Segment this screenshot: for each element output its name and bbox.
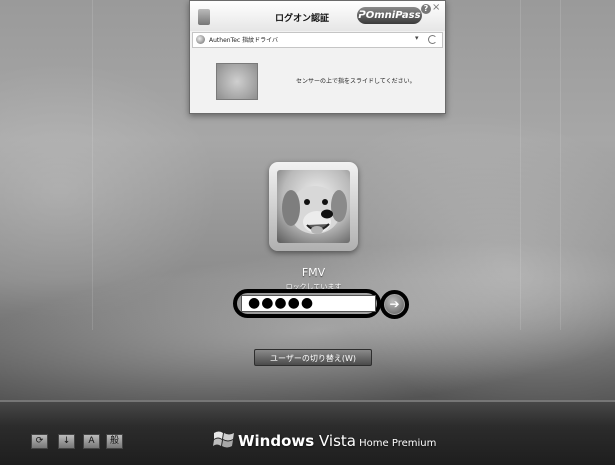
wallpaper-line xyxy=(520,0,521,330)
fingerprint-device-icon xyxy=(198,9,210,25)
avatar xyxy=(277,170,350,243)
windows-logo-icon xyxy=(213,431,234,448)
wallpaper-streak xyxy=(0,60,220,320)
switch-user-button[interactable]: ユーザーの切り替え(W) xyxy=(254,349,372,366)
password-input[interactable]: ●●●●● xyxy=(241,295,376,312)
submit-arrow-button[interactable]: ➔ xyxy=(385,295,404,314)
ime-general-icon[interactable]: 般 xyxy=(106,434,123,449)
windows-vista-brand: Windows Vista Home Premium xyxy=(238,431,436,450)
fingerprint-icon xyxy=(196,35,205,44)
ime-mode-icon[interactable]: A xyxy=(83,434,100,449)
fingerprint-auth-dialog: ログオン認証 ᕈOmniPass ? × AuthenTec 指紋ドライバ ▾ … xyxy=(189,0,446,114)
fingerprint-sensor-image xyxy=(216,63,258,100)
dialog-header: ログオン認証 ᕈOmniPass ? × xyxy=(190,1,445,31)
refresh-icon[interactable] xyxy=(428,35,437,44)
dog-photo xyxy=(282,186,347,234)
wallpaper-line xyxy=(92,0,93,330)
ease-of-access-icon[interactable]: ⟳ xyxy=(31,434,48,449)
shutdown-icon[interactable]: ↓ xyxy=(58,434,75,449)
user-tile xyxy=(269,162,358,251)
sensor-message: センサーの上で指をスライドしてください。 xyxy=(296,78,416,85)
dialog-title: ログオン認証 xyxy=(275,14,330,24)
brand-windows: Windows xyxy=(238,432,315,450)
wallpaper-line xyxy=(560,0,561,330)
username: FMV xyxy=(301,266,326,279)
lock-screen: ログオン認証 ᕈOmniPass ? × AuthenTec 指紋ドライバ ▾ … xyxy=(0,0,615,465)
chevron-down-icon[interactable]: ▾ xyxy=(415,34,419,42)
close-icon[interactable]: × xyxy=(432,2,440,14)
help-icon[interactable]: ? xyxy=(421,4,431,14)
brand-vista: Vista xyxy=(314,432,356,450)
device-select[interactable]: AuthenTec 指紋ドライバ ▾ xyxy=(192,32,443,48)
brand-edition: Home Premium xyxy=(355,438,437,449)
omnipass-logo: ᕈOmniPass xyxy=(357,7,422,24)
device-name: AuthenTec 指紋ドライバ xyxy=(209,37,278,44)
